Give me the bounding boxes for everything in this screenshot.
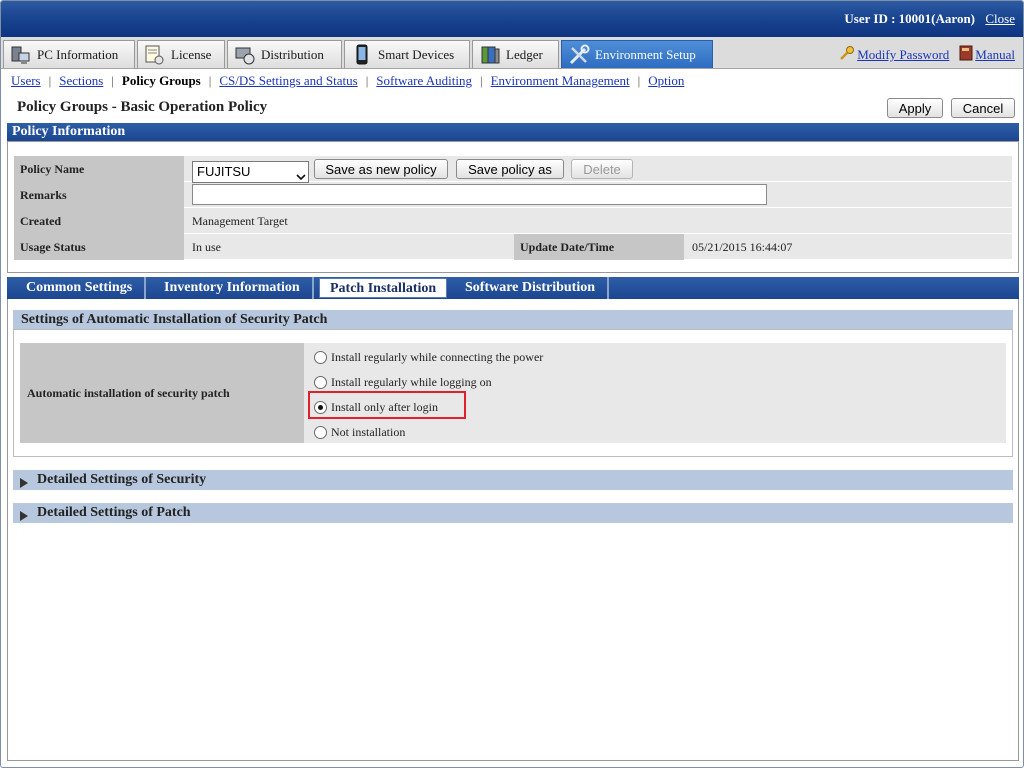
tab-common-settings[interactable]: Common Settings [14, 277, 147, 299]
chevron-down-icon [296, 168, 306, 181]
automatic-installation-options: Install regularly while connecting the p… [304, 343, 1006, 443]
subnav-sections[interactable]: Sections [59, 73, 103, 89]
collapsible-title: Detailed Settings of Patch [37, 505, 191, 520]
manual-link[interactable]: Manual [975, 47, 1015, 63]
tab-label: PC Information [37, 46, 119, 62]
policy-name-label: Policy Name [14, 156, 184, 182]
tools-icon [568, 44, 590, 66]
expand-triangle-icon [20, 508, 28, 521]
patch-installation-content: Settings of Automatic Installation of Se… [7, 299, 1019, 761]
apply-button[interactable]: Apply [887, 98, 943, 118]
subnav-policy-groups[interactable]: Policy Groups [122, 73, 201, 89]
tab-label: Environment Setup [595, 46, 696, 62]
collapsible-title: Detailed Settings of Security [37, 472, 207, 487]
top-header-bar: User ID : 10001(Aaron) Close [1, 1, 1023, 37]
smartphone-icon [351, 44, 373, 66]
subnav-users[interactable]: Users [11, 73, 41, 89]
tab-label: License [171, 46, 212, 62]
tab-smart-devices[interactable]: Smart Devices [344, 40, 470, 68]
option-label: Not installation [331, 424, 406, 439]
tab-pc-information[interactable]: PC Information [3, 40, 135, 68]
remarks-label: Remarks [14, 182, 184, 208]
update-datetime-value: 05/21/2015 16:44:07 [692, 240, 793, 254]
separator: | [637, 73, 641, 88]
option-install-while-logging-on[interactable]: Install regularly while logging on [314, 373, 492, 391]
update-datetime-label: Update Date/Time [514, 234, 684, 260]
expand-triangle-icon [20, 475, 28, 488]
selection-highlight-box [308, 391, 466, 419]
sub-navigation: Users | Sections | Policy Groups | CS/DS… [1, 69, 1023, 93]
ledger-icon [479, 44, 501, 66]
separator: | [365, 73, 369, 88]
page-title: Policy Groups - Basic Operation Policy [17, 99, 268, 115]
tab-label: Smart Devices [378, 46, 455, 62]
distribution-icon [234, 44, 256, 66]
top-links: Modify Password Manual [839, 45, 1015, 65]
tab-license[interactable]: License [137, 40, 225, 68]
manual-book-icon [959, 45, 973, 65]
policy-information-header: Policy Information [7, 123, 1019, 141]
save-as-new-policy-button[interactable]: Save as new policy [314, 159, 448, 179]
usage-status-label: Usage Status [14, 234, 184, 260]
modify-password-link[interactable]: Modify Password [857, 47, 949, 63]
created-value: Management Target [192, 214, 288, 228]
created-row: Created Management Target [14, 208, 1012, 234]
usage-status-row: Usage Status In use Update Date/Time 05/… [14, 234, 1012, 260]
delete-button[interactable]: Delete [571, 159, 633, 179]
radio-button[interactable] [314, 425, 327, 439]
pc-icon [10, 44, 32, 66]
detailed-settings-security-toggle[interactable]: Detailed Settings of Security [13, 470, 1013, 490]
option-install-while-power[interactable]: Install regularly while connecting the p… [314, 348, 543, 366]
policy-information-panel: Policy Name Remarks Created Management T… [7, 141, 1019, 273]
subnav-software-auditing[interactable]: Software Auditing [376, 73, 472, 89]
option-not-installation[interactable]: Not installation [314, 423, 405, 441]
policy-name-select[interactable]: FUJITSU [192, 161, 309, 183]
usage-status-value: In use [192, 240, 221, 254]
radio-button[interactable] [314, 350, 327, 364]
settings-tab-bar: Common Settings Inventory Information Pa… [7, 277, 1019, 299]
close-link[interactable]: Close [985, 11, 1015, 27]
security-patch-settings-header: Settings of Automatic Installation of Se… [13, 310, 1013, 330]
detailed-settings-patch-toggle[interactable]: Detailed Settings of Patch [13, 503, 1013, 523]
license-icon [144, 44, 166, 66]
tab-inventory-information[interactable]: Inventory Information [152, 277, 314, 299]
subnav-csds-settings[interactable]: CS/DS Settings and Status [219, 73, 357, 89]
tab-ledger[interactable]: Ledger [472, 40, 559, 68]
option-label: Install regularly while logging on [331, 374, 492, 389]
created-label: Created [14, 208, 184, 234]
tab-label: Ledger [506, 46, 543, 62]
tab-patch-installation[interactable]: Patch Installation [319, 278, 448, 298]
tab-software-distribution[interactable]: Software Distribution [453, 277, 610, 299]
cancel-button[interactable]: Cancel [951, 98, 1015, 118]
user-id-label: User ID : 10001(Aaron) [844, 11, 975, 26]
tab-distribution[interactable]: Distribution [227, 40, 342, 68]
tab-label: Distribution [261, 46, 324, 62]
separator: | [479, 73, 483, 88]
tab-environment-setup[interactable]: Environment Setup [561, 40, 713, 68]
separator: | [208, 73, 212, 88]
subnav-environment-management[interactable]: Environment Management [491, 73, 630, 89]
remarks-input[interactable] [192, 184, 767, 205]
option-label: Install regularly while connecting the p… [331, 349, 544, 364]
automatic-installation-label: Automatic installation of security patch [20, 343, 304, 443]
save-policy-as-button[interactable]: Save policy as [456, 159, 564, 179]
security-patch-settings-panel: Automatic installation of security patch… [13, 329, 1013, 457]
separator: | [111, 73, 114, 88]
application-window: User ID : 10001(Aaron) Close PC Informat… [0, 0, 1024, 768]
policy-name-selected: FUJITSU [197, 164, 251, 179]
key-icon [839, 45, 855, 65]
radio-button[interactable] [314, 375, 327, 389]
separator: | [48, 73, 52, 88]
subnav-option[interactable]: Option [648, 73, 684, 89]
